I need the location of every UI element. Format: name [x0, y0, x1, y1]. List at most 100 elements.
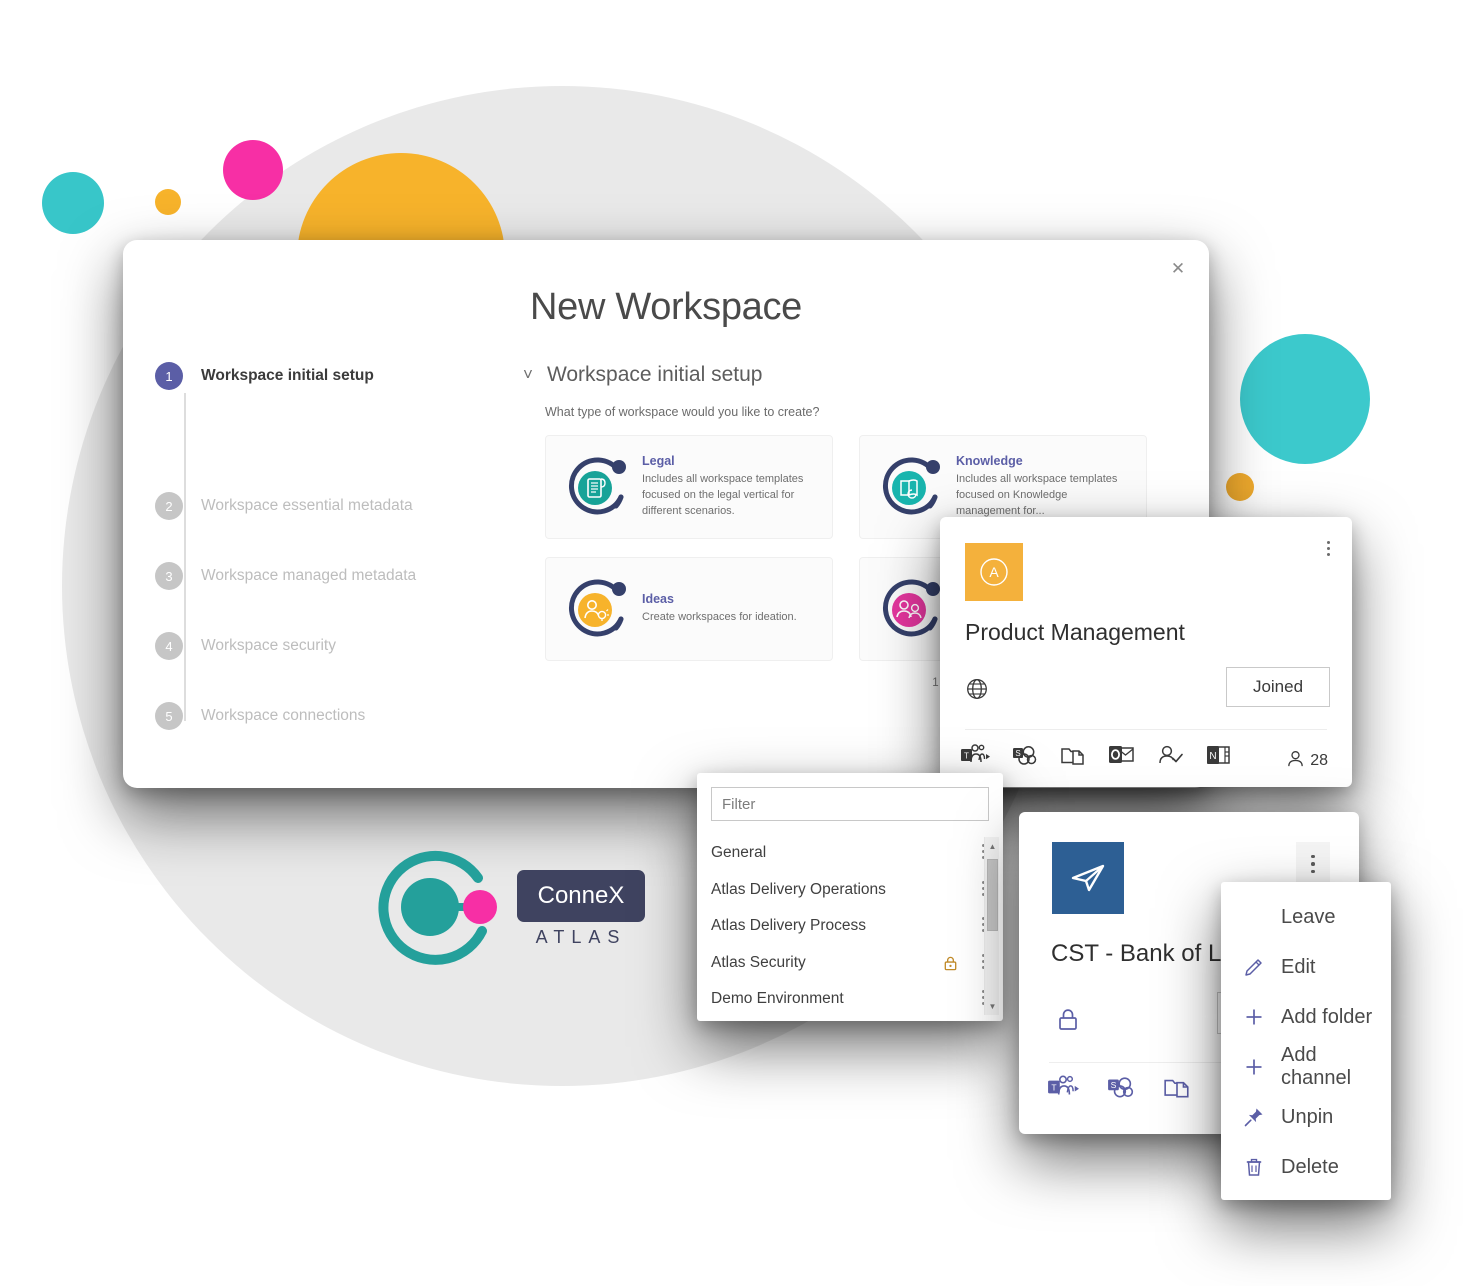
- sidebar-item-step-2[interactable]: 2 Workspace essential metadata: [155, 492, 523, 520]
- menu-item-label: Add channel: [1281, 1044, 1352, 1089]
- scrollbar[interactable]: ▲ ▼: [984, 837, 999, 1015]
- planner-icon[interactable]: [1158, 743, 1184, 772]
- sidebar-item-step-1[interactable]: 1 Workspace initial setup: [155, 362, 523, 390]
- lightbulb-person-icon: [558, 570, 636, 648]
- plus-icon: [1243, 1056, 1265, 1078]
- step-number: 3: [155, 562, 183, 590]
- menu-item-add-folder[interactable]: Add folder: [1221, 992, 1391, 1042]
- globe-icon: [965, 677, 989, 706]
- teams-icon[interactable]: T: [1047, 1074, 1079, 1105]
- sharepoint-icon[interactable]: S: [1107, 1074, 1135, 1105]
- template-text: Knowledge Includes all workspace templat…: [950, 454, 1134, 520]
- template-text: Ideas Create workspaces for ideation.: [636, 592, 797, 626]
- section-header[interactable]: ˅ Workspace initial setup: [523, 363, 1169, 387]
- filter-dropdown-panel: General Atlas Delivery Operations Atlas …: [697, 773, 1003, 1021]
- step-label: Workspace initial setup: [201, 367, 374, 384]
- pin-icon: [1243, 1106, 1265, 1128]
- files-icon[interactable]: [1163, 1074, 1191, 1105]
- pencil-icon: [1243, 956, 1265, 978]
- template-name: Ideas: [642, 592, 674, 607]
- template-card-ideas[interactable]: Ideas Create workspaces for ideation.: [545, 557, 833, 661]
- template-name: Knowledge: [956, 454, 1023, 469]
- decor-dot-orange-small: [155, 189, 181, 215]
- teams-icon[interactable]: T: [960, 743, 990, 772]
- menu-item-leave[interactable]: Leave: [1221, 892, 1391, 942]
- step-number: 2: [155, 492, 183, 520]
- trash-icon: [1243, 1156, 1265, 1178]
- close-icon[interactable]: ✕: [1165, 256, 1191, 282]
- section-question: What type of workspace would you like to…: [545, 405, 820, 419]
- list-item[interactable]: Demo Environment: [697, 981, 1003, 1018]
- person-icon: [1286, 749, 1305, 773]
- step-label: Workspace security: [201, 637, 336, 654]
- app-icons-row: T S: [1047, 1074, 1191, 1105]
- menu-item-label: Unpin: [1281, 1105, 1334, 1128]
- connex-atlas-logo: ConneX ATLAS: [360, 845, 645, 975]
- sidebar-item-step-5[interactable]: 5 Workspace connections: [155, 702, 523, 730]
- decor-dot-teal-large: [1240, 334, 1370, 464]
- arrow-up-icon[interactable]: ▲: [985, 837, 1000, 855]
- page-title: New Workspace: [529, 286, 803, 328]
- template-text: Legal Includes all workspace templates f…: [636, 454, 820, 520]
- svg-text:S: S: [1015, 749, 1020, 758]
- list-item-label: Demo Environment: [711, 990, 844, 1008]
- sidebar-item-step-4[interactable]: 4 Workspace security: [155, 632, 523, 660]
- people-icon: [872, 570, 950, 648]
- arrow-down-icon[interactable]: ▼: [985, 997, 1000, 1015]
- list-item-label: General: [711, 844, 767, 862]
- app-icons-row: T S: [960, 743, 1232, 772]
- lock-icon: [942, 955, 959, 977]
- filter-input[interactable]: [711, 787, 989, 821]
- divider: [965, 729, 1327, 730]
- book-icon: [872, 448, 950, 526]
- list-item[interactable]: Atlas Delivery Operations: [697, 872, 1003, 909]
- menu-item-add-channel[interactable]: Add channel: [1221, 1042, 1391, 1092]
- menu-item-unpin[interactable]: Unpin: [1221, 1092, 1391, 1142]
- member-count-value: 28: [1310, 752, 1328, 769]
- svg-text:N: N: [1209, 751, 1216, 762]
- list-item-label: Atlas Delivery Operations: [711, 880, 886, 898]
- menu-item-label: Delete: [1281, 1155, 1339, 1178]
- joined-button[interactable]: Joined: [1226, 667, 1330, 707]
- onenote-icon[interactable]: N: [1206, 743, 1232, 772]
- brand-badge: ConneX: [517, 870, 645, 922]
- lock-icon: [1055, 1007, 1081, 1038]
- list-item[interactable]: Atlas Delivery Process: [697, 908, 1003, 945]
- connex-mark-icon: [378, 850, 497, 965]
- step-number: 5: [155, 702, 183, 730]
- svg-text:A: A: [989, 564, 999, 580]
- decor-dot-orange-right: [1226, 473, 1254, 501]
- more-vertical-icon[interactable]: [1327, 541, 1330, 556]
- list-item[interactable]: Atlas Security: [697, 945, 1003, 982]
- sharepoint-icon[interactable]: S: [1012, 743, 1038, 772]
- svg-text:T: T: [964, 752, 969, 761]
- menu-item-delete[interactable]: Delete: [1221, 1142, 1391, 1192]
- menu-item-label: Edit: [1281, 955, 1316, 978]
- menu-item-label: Leave: [1281, 905, 1336, 928]
- paper-plane-icon: [1071, 864, 1105, 892]
- context-menu: Leave Edit Add folder Add channel Unpin …: [1221, 882, 1391, 1200]
- step-label: Workspace connections: [201, 707, 366, 724]
- files-icon[interactable]: [1060, 743, 1086, 772]
- step-number: 4: [155, 632, 183, 660]
- avatar: A: [965, 543, 1023, 601]
- channel-list: General Atlas Delivery Operations Atlas …: [697, 835, 1003, 1018]
- scrollbar-thumb[interactable]: [987, 859, 998, 931]
- member-count: 28: [1286, 749, 1328, 773]
- svg-text:T: T: [1051, 1083, 1056, 1093]
- step-number: 1: [155, 362, 183, 390]
- section-title: Workspace initial setup: [546, 363, 763, 386]
- template-card-legal[interactable]: Legal Includes all workspace templates f…: [545, 435, 833, 539]
- avatar: [1052, 842, 1124, 914]
- product-management-card: A Product Management Joined T S N 28: [940, 517, 1352, 787]
- sidebar-item-step-3[interactable]: 3 Workspace managed metadata: [155, 562, 523, 590]
- card-title: Product Management: [965, 619, 1185, 645]
- more-vertical-icon[interactable]: [1296, 842, 1330, 886]
- chevron-down-icon[interactable]: ˅: [523, 365, 533, 385]
- menu-item-edit[interactable]: Edit: [1221, 942, 1391, 992]
- list-item-label: Atlas Security: [711, 953, 806, 971]
- list-item[interactable]: General: [697, 835, 1003, 872]
- decor-dot-pink: [223, 140, 283, 200]
- step-label: Workspace managed metadata: [201, 567, 417, 584]
- outlook-icon[interactable]: [1108, 743, 1136, 772]
